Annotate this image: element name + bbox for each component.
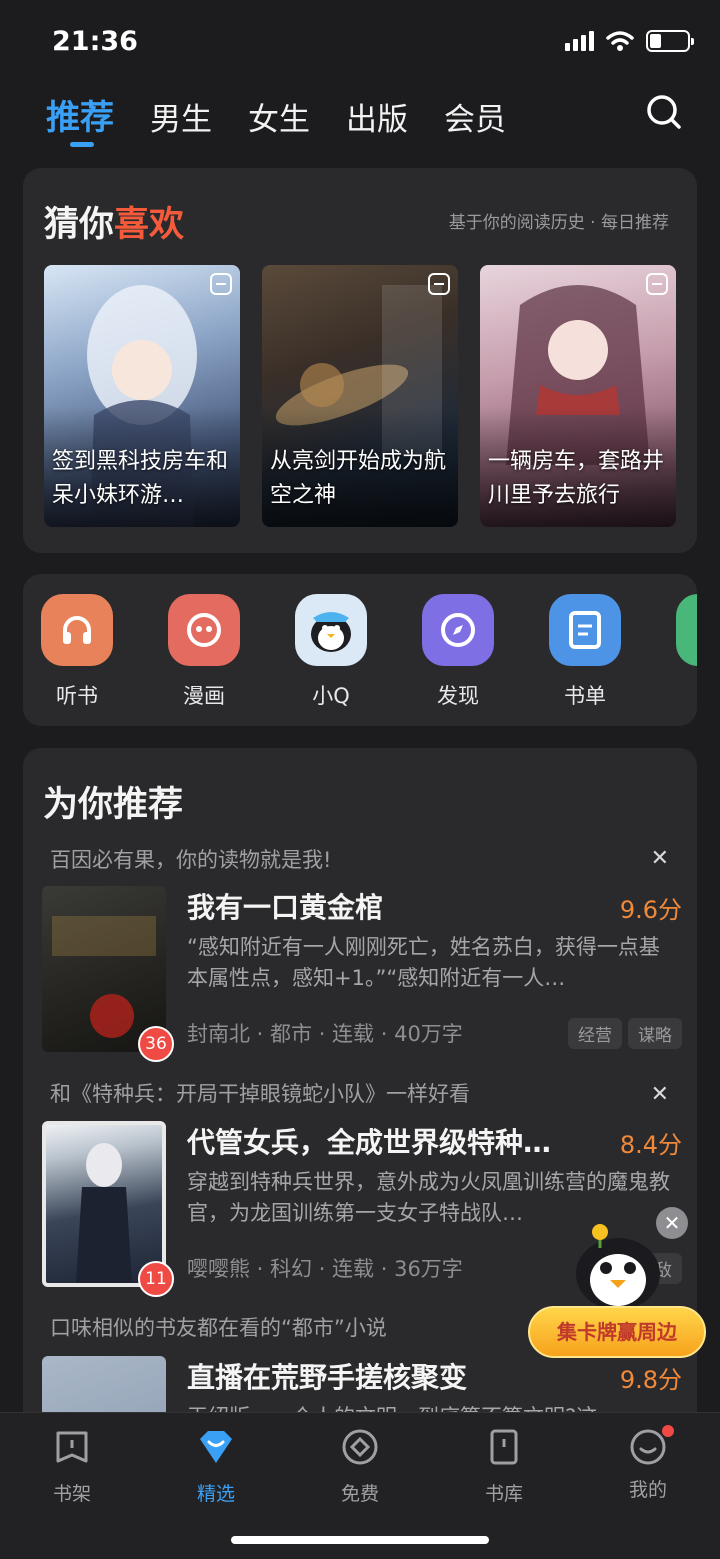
book-tag[interactable]: 经营	[568, 1018, 622, 1049]
tab-label: 推荐	[46, 98, 114, 138]
tab-member[interactable]: 会员	[444, 94, 506, 139]
nav-label: 书架	[52, 1483, 91, 1505]
status-bar: 21:36	[0, 0, 720, 88]
book-name: 直播在荒野手搓核聚变	[187, 1361, 468, 1394]
func-label: 书单	[564, 684, 606, 708]
nav-bookshelf[interactable]: 书架	[22, 1427, 122, 1506]
tab-female[interactable]: 女生	[248, 94, 310, 139]
tab-male[interactable]: 男生	[150, 94, 212, 139]
recommend-reason: 百因必有果，你的读物就是我!	[50, 848, 332, 872]
func-label: 漫画	[183, 684, 225, 708]
function-row: 听书 漫画 小Q 发现 书单 大	[41, 594, 697, 710]
book-score: 9.6分	[619, 896, 682, 924]
book-tag[interactable]: 谋略	[628, 1018, 682, 1049]
nav-label: 书库	[484, 1483, 523, 1505]
nav-label: 免费	[340, 1483, 379, 1505]
tab-recommend[interactable]: 推荐	[46, 90, 114, 147]
top-tabs: 推荐 男生 女生 出版 会员	[46, 90, 506, 147]
func-comic[interactable]: 漫画	[168, 594, 240, 710]
recommend-reason: 口味相似的书友都在看的“都市”小说	[50, 1316, 387, 1340]
nav-label: 精选	[196, 1483, 235, 1505]
book-cover-3[interactable]: 一辆房车，套路井川里予去旅行	[480, 265, 676, 527]
tab-publish[interactable]: 出版	[346, 94, 408, 139]
book-score: 8.4分	[619, 1131, 682, 1159]
comic-icon	[168, 594, 240, 666]
func-more[interactable]: 大	[676, 594, 697, 710]
booklist-icon	[549, 594, 621, 666]
signal-icon	[565, 31, 594, 51]
library-icon	[490, 1429, 518, 1465]
func-label: 大	[676, 680, 697, 710]
func-discover[interactable]: 发现	[422, 594, 494, 710]
status-time: 21:36	[52, 26, 138, 57]
compass-icon	[422, 594, 494, 666]
cover-list: 签到黑科技房车和呆小妹环游… 从亮剑开始成为航空之神 一辆房车，套路井川里予去旅…	[44, 265, 676, 527]
penguin-icon	[295, 594, 367, 666]
guess-title-prefix: 猜你	[44, 205, 115, 245]
book-cover-1[interactable]: 签到黑科技房车和呆小妹环游…	[44, 265, 240, 527]
battery-level	[650, 34, 661, 48]
penguin-mascot-icon[interactable]	[560, 1218, 676, 1310]
book-description: “感知附近有一人刚刚死亡，姓名苏白，获得一点基本属性点，感知+1。”“感知附近有…	[187, 935, 660, 990]
promo-button[interactable]: 集卡牌赢周边	[528, 1306, 706, 1358]
home-indicator[interactable]	[231, 1536, 489, 1544]
more-icon	[676, 594, 697, 666]
wifi-icon	[606, 31, 634, 51]
tab-underline	[70, 142, 94, 147]
bookshelf-icon	[56, 1431, 88, 1463]
battery-icon	[646, 30, 694, 52]
func-xiaoq[interactable]: 小Q	[295, 594, 367, 710]
guess-title-highlight: 喜欢	[114, 205, 185, 245]
function-entry-card: 听书 漫画 小Q 发现 书单 大	[23, 574, 697, 726]
book-name: 代管女兵，全成世界级特种…	[187, 1126, 552, 1159]
nav-library[interactable]: 书库	[454, 1427, 554, 1506]
book-meta: 嘤嘤熊 · 科幻 · 连载 · 36万字	[187, 1257, 463, 1281]
cover-title: 从亮剑开始成为航空之神	[270, 449, 447, 508]
func-audiobook[interactable]: 听书	[41, 594, 113, 710]
cover-title: 一辆房车，套路井川里予去旅行	[488, 449, 665, 508]
diamond-icon	[200, 1431, 232, 1463]
func-label: 发现	[437, 684, 479, 708]
func-label: 小Q	[312, 684, 350, 708]
dislike-icon[interactable]	[210, 273, 232, 295]
nav-mine[interactable]: 我的	[598, 1425, 698, 1502]
free-icon	[342, 1429, 378, 1465]
read-count-badge: 11	[138, 1261, 174, 1297]
dislike-icon[interactable]	[428, 273, 450, 295]
guess-subtitle: 基于你的阅读历史 · 每日推荐	[448, 213, 669, 233]
book-cover-2[interactable]: 从亮剑开始成为航空之神	[262, 265, 458, 527]
nav-label: 我的	[628, 1479, 667, 1501]
status-icons	[565, 30, 694, 52]
search-icon[interactable]	[646, 94, 682, 130]
close-icon[interactable]: ✕	[651, 1082, 669, 1107]
book-name: 我有一口黄金棺	[187, 891, 384, 924]
read-count-badge: 36	[138, 1026, 174, 1062]
recommend-reason: 和《特种兵：开局干掉眼镜蛇小队》一样好看	[50, 1082, 470, 1106]
nav-featured[interactable]: 精选	[166, 1427, 266, 1506]
cover-illustration	[76, 1143, 132, 1283]
book-tags: 经营 谋略	[568, 1018, 682, 1049]
headphones-icon	[41, 594, 113, 666]
profile-icon	[628, 1425, 674, 1467]
cover-title: 签到黑科技房车和呆小妹环游…	[52, 449, 229, 508]
book-score: 9.8分	[619, 1366, 682, 1394]
dislike-icon[interactable]	[646, 273, 668, 295]
guess-you-like-card: 猜你喜欢 基于你的阅读历史 · 每日推荐 签到黑科技房车和呆小妹环游… 从亮剑开…	[23, 168, 697, 553]
func-booklist[interactable]: 书单	[549, 594, 621, 710]
close-icon[interactable]: ✕	[651, 846, 669, 871]
notification-dot	[662, 1425, 674, 1437]
func-label: 听书	[56, 684, 98, 708]
book-item[interactable]: 36 我有一口黄金棺 9.6分 “感知附近有一人刚刚死亡，姓名苏白，获得一点基本…	[42, 886, 682, 1062]
guess-title: 猜你喜欢	[44, 196, 184, 247]
recommend-title: 为你推荐	[43, 785, 184, 825]
book-meta: 封南北 · 都市 · 连载 · 40万字	[187, 1022, 463, 1046]
nav-free[interactable]: 免费	[310, 1427, 410, 1506]
